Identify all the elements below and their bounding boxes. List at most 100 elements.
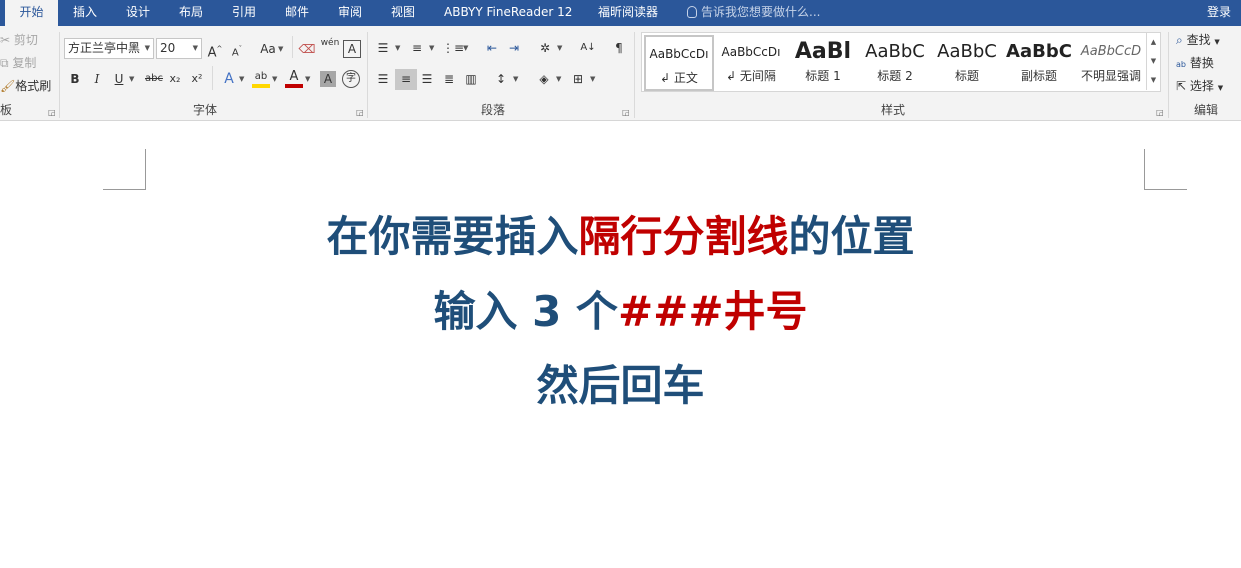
login-button[interactable]: 登录 (1207, 0, 1231, 24)
chevron-down-icon[interactable]: ▼ (278, 40, 283, 58)
styles-scroll-down[interactable]: ▼ (1146, 52, 1160, 71)
font-color-button[interactable]: A (285, 68, 303, 88)
chevron-down-icon[interactable]: ▼ (129, 70, 134, 88)
shading-bucket-icon[interactable]: ◈ (535, 70, 553, 88)
font-size-combo[interactable]: 20 ▼ (156, 38, 202, 59)
align-center-icon[interactable]: ≡ (395, 69, 417, 90)
tab-home[interactable]: 开始 (5, 0, 58, 26)
bullets-icon[interactable]: ☰ (374, 39, 392, 57)
tab-layout[interactable]: 布局 (179, 0, 203, 26)
style-name: 副标题 (1020, 69, 1057, 83)
multilevel-list-icon[interactable]: ⋮≡ (442, 39, 464, 57)
chevron-down-icon[interactable]: ▼ (557, 39, 562, 57)
chevron-down-icon[interactable]: ▼ (395, 39, 400, 57)
change-case-button[interactable]: Aa (256, 40, 280, 58)
style-name: ↲ 正文 (660, 71, 698, 85)
font-launcher-icon[interactable]: ◲ (356, 108, 364, 117)
tab-abbyy[interactable]: ABBYY FineReader 12 (444, 0, 572, 26)
document-line-1: 在你需要插入隔行分割线的位置 (0, 203, 1241, 264)
chevron-down-icon[interactable]: ▼ (556, 70, 561, 88)
shrink-font-button[interactable]: Aˇ (228, 40, 246, 58)
chevron-down-icon[interactable]: ▼ (305, 70, 310, 88)
strikethrough-button[interactable]: abc (142, 70, 166, 88)
style-preview: AaBl (794, 39, 852, 64)
ribbon: ✂ 剪切 ⧉ 复制 🖌格式刷 板 ◲ 方正兰亭中黑 ▼ 20 ▼ A^ Aˇ Aa … (0, 26, 1241, 121)
tab-review[interactable]: 审阅 (338, 0, 362, 26)
style-heading-2[interactable]: AaBbC 标题 2 (860, 35, 930, 91)
style-name: ↲ 无间隔 (726, 69, 776, 83)
text-effects-icon: A (224, 71, 234, 87)
bold-button[interactable]: B (66, 70, 84, 88)
character-border-button[interactable]: A (343, 40, 361, 58)
line-spacing-icon[interactable]: ↕ (492, 70, 510, 88)
distributed-icon[interactable]: ▥ (462, 70, 480, 88)
text-run-highlight: ###井号 (617, 287, 808, 336)
grow-font-button[interactable]: A^ (206, 40, 224, 60)
scissors-icon: ✂ (0, 33, 11, 47)
italic-button[interactable]: I (88, 70, 106, 88)
justify-icon[interactable]: ≣ (440, 70, 458, 88)
chevron-down-icon[interactable]: ▼ (513, 70, 518, 88)
style-title[interactable]: AaBbC 标题 (932, 35, 1002, 91)
font-size-value: 20 (160, 41, 176, 55)
chinese-layout-icon[interactable]: ✲ (536, 39, 554, 57)
style-preview: AaBbCcD (1080, 44, 1142, 59)
select-button[interactable]: ⇱ 选择 ▼ (1176, 78, 1223, 96)
document-page[interactable]: 在你需要插入隔行分割线的位置 输入 3 个###井号 然后回车 (0, 122, 1241, 568)
tab-foxit[interactable]: 福昕阅读器 (598, 0, 658, 26)
numbering-icon[interactable]: ≡ (408, 39, 426, 57)
copy-button[interactable]: ⧉ 复制 (0, 55, 36, 71)
styles-group-label: 样式 (880, 103, 905, 117)
styles-scroll-up[interactable]: ▲ (1146, 33, 1160, 52)
paragraph-launcher-icon[interactable]: ◲ (622, 108, 630, 117)
sort-icon[interactable]: A↓ (579, 39, 597, 57)
chevron-down-icon[interactable]: ▼ (239, 70, 244, 88)
style-no-spacing[interactable]: AaBbCcDı ↲ 无间隔 (716, 35, 786, 91)
styles-launcher-icon[interactable]: ◲ (1156, 108, 1164, 117)
chevron-down-icon[interactable]: ▼ (272, 70, 277, 88)
style-name: 不明显强调 (1080, 69, 1141, 83)
style-subtitle[interactable]: AaBbC 副标题 (1004, 35, 1074, 91)
crop-mark-left (103, 149, 146, 190)
tab-view[interactable]: 视图 (391, 0, 415, 26)
tell-me-box[interactable]: 告诉我您想要做什么... (687, 0, 820, 26)
decrease-indent-icon[interactable]: ⇤ (483, 39, 501, 57)
find-button[interactable]: ⌕ 查找 ▼ (1176, 32, 1220, 50)
align-left-icon[interactable]: ☰ (374, 70, 392, 88)
enclose-characters-button[interactable]: 字 (342, 70, 360, 88)
style-heading-1[interactable]: AaBl 标题 1 (788, 35, 858, 91)
format-painter-button[interactable]: 🖌格式刷 (0, 78, 51, 94)
group-separator (634, 32, 635, 118)
styles-more[interactable]: ▼ (1146, 71, 1160, 90)
superscript-button[interactable]: x² (188, 70, 206, 88)
tab-design[interactable]: 设计 (126, 0, 150, 26)
chevron-down-icon[interactable]: ▼ (429, 39, 434, 57)
tab-references[interactable]: 引用 (232, 0, 256, 26)
paintbrush-icon: 🖌 (0, 79, 16, 93)
clipboard-launcher-icon[interactable]: ◲ (48, 108, 56, 117)
show-marks-icon[interactable]: ¶ (610, 39, 628, 57)
style-subtle-emphasis[interactable]: AaBbCcD 不明显强调 (1076, 35, 1146, 91)
text-effects-button[interactable]: A (220, 70, 238, 88)
cut-label: 剪切 (13, 33, 38, 47)
chevron-down-icon[interactable]: ▼ (590, 70, 595, 88)
style-normal[interactable]: AaBbCcDı ↲ 正文 (644, 35, 714, 91)
tab-mailings[interactable]: 邮件 (285, 0, 309, 26)
replace-button[interactable]: ab 替换 (1176, 55, 1214, 73)
underline-button[interactable]: U (110, 70, 128, 88)
tab-insert[interactable]: 插入 (73, 0, 97, 26)
clear-formatting-icon[interactable]: ⌫ (298, 40, 316, 58)
borders-icon[interactable]: ⊞ (569, 70, 587, 88)
style-preview: AaBbC (1006, 41, 1072, 62)
cut-button[interactable]: ✂ 剪切 (0, 32, 38, 48)
editing-group-label: 编辑 (1193, 103, 1218, 117)
align-right-icon[interactable]: ☰ (418, 70, 436, 88)
change-case-icon: Aa (260, 42, 276, 56)
character-shading-button[interactable]: A (320, 71, 336, 87)
subscript-button[interactable]: x₂ (166, 70, 184, 88)
highlight-color-button[interactable]: ab (252, 68, 270, 88)
increase-indent-icon[interactable]: ⇥ (505, 39, 523, 57)
phonetic-guide-button[interactable]: wén (320, 38, 340, 56)
chevron-down-icon[interactable]: ▼ (463, 39, 468, 57)
font-name-combo[interactable]: 方正兰亭中黑 ▼ (64, 38, 154, 59)
